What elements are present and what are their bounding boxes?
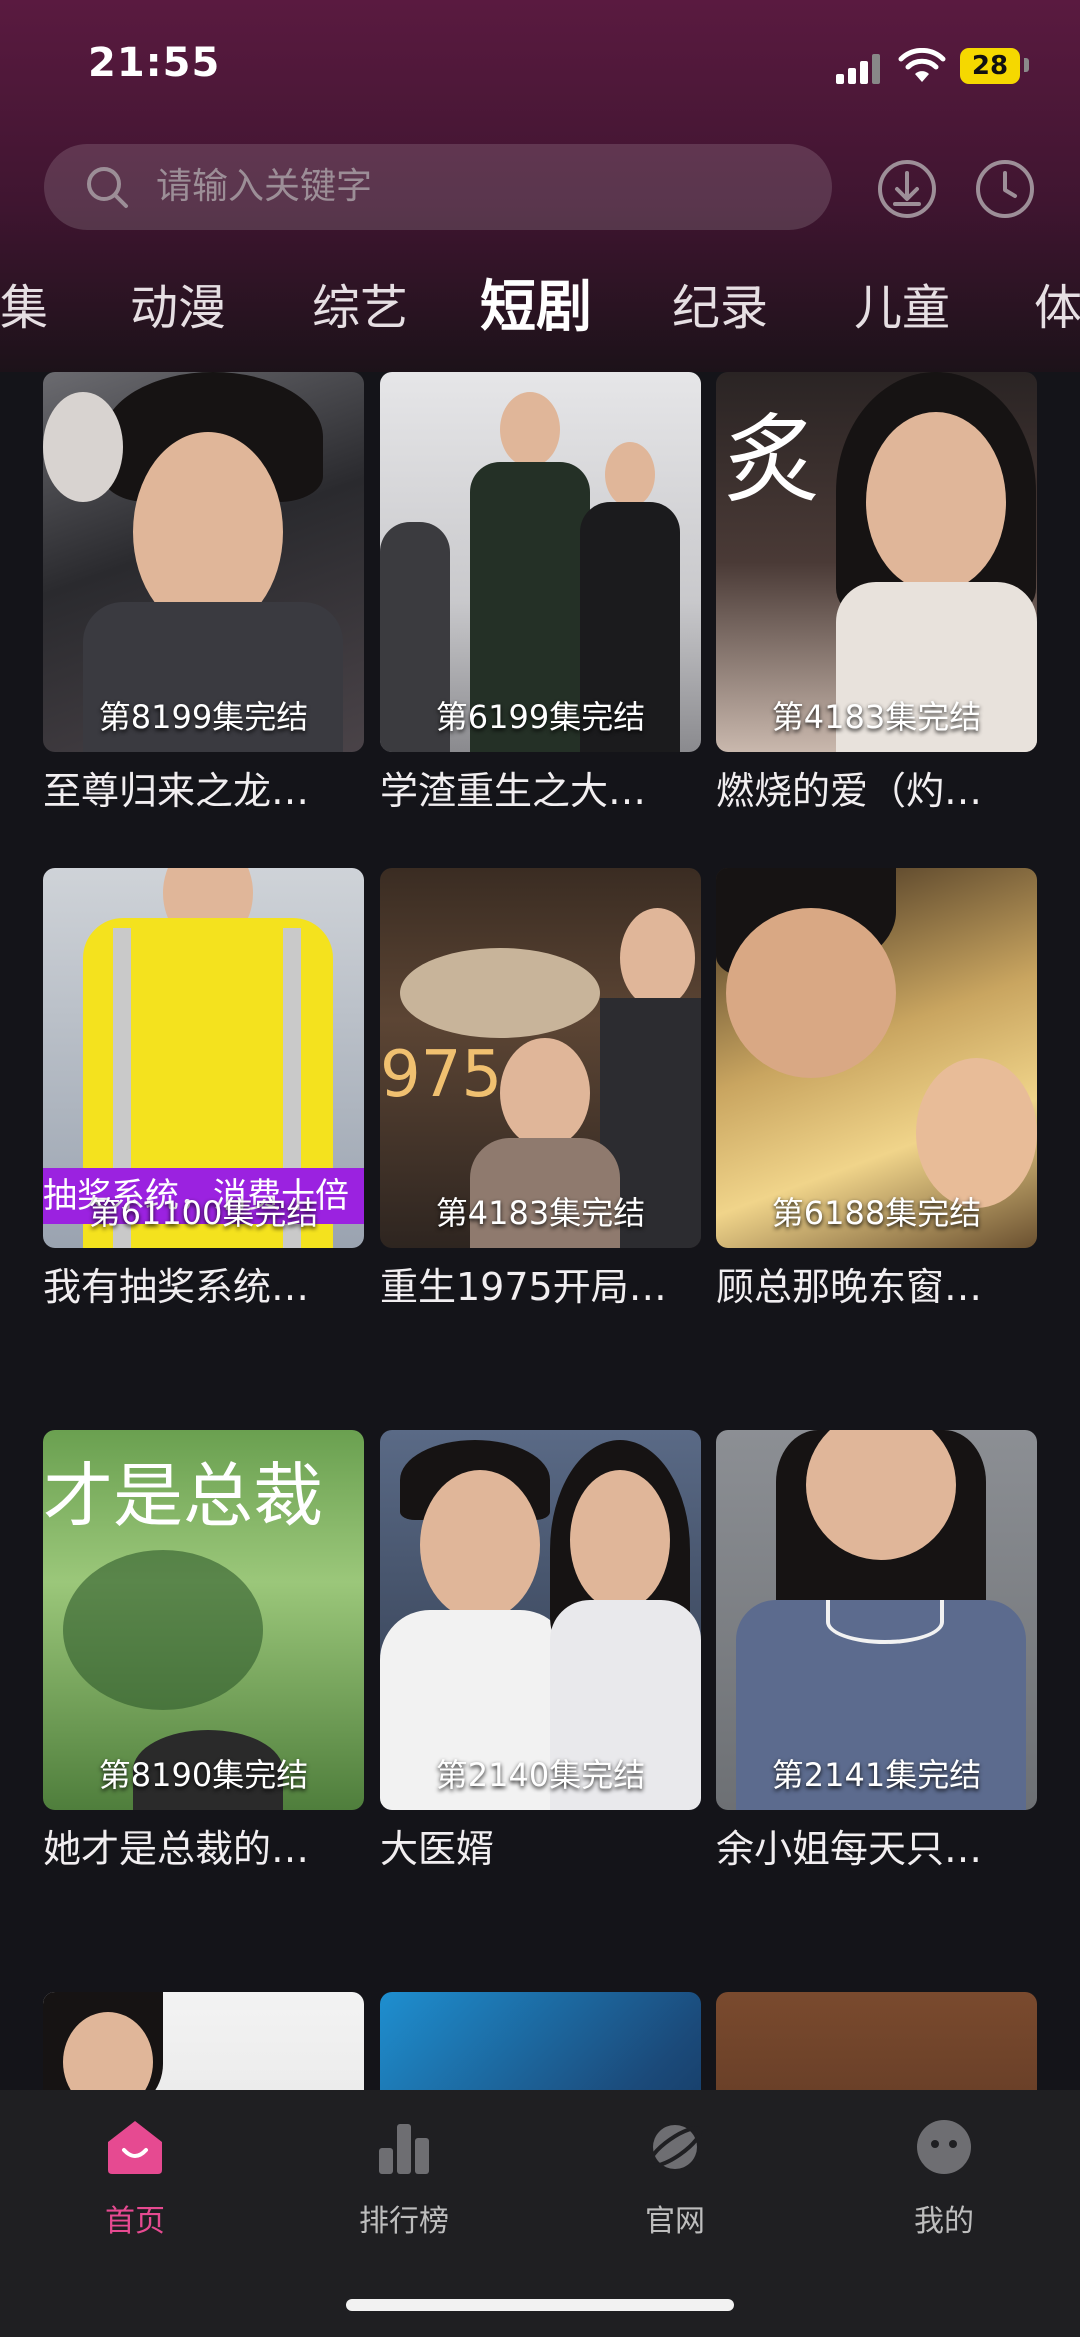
- status-bar: 21:55 28: [0, 0, 1080, 130]
- episode-count: 第4183集完结: [435, 1194, 646, 1232]
- wifi-icon: [898, 48, 946, 82]
- drama-poster[interactable]: 第6188集完结: [716, 868, 1037, 1248]
- ranking-icon: [379, 2124, 429, 2174]
- home-indicator[interactable]: [346, 2299, 734, 2311]
- drama-card[interactable]: 第2140集完结 大医婿: [380, 1430, 701, 1871]
- drama-title[interactable]: 至尊归来之龙…: [43, 768, 364, 814]
- drama-card[interactable]: 第8199集完结 至尊归来之龙…: [43, 372, 364, 813]
- episode-count: 第2141集完结: [771, 1756, 982, 1794]
- tab-sports[interactable]: 体: [1034, 268, 1080, 348]
- drama-card[interactable]: 第6188集完结 顾总那晚东窗…: [716, 868, 1037, 1309]
- episode-count: 第2140集完结: [435, 1756, 646, 1794]
- drama-poster[interactable]: 抽奖系统，消费十倍 第61100集完结: [43, 868, 364, 1248]
- episode-count: 第8199集完结: [98, 698, 309, 736]
- search-input[interactable]: 请输入关键字: [44, 144, 832, 230]
- tab-short-drama[interactable]: 短剧: [480, 268, 592, 348]
- poster-text: 炙: [724, 404, 820, 516]
- nav-official-site[interactable]: 官网: [575, 2116, 775, 2240]
- nav-home[interactable]: 首页: [35, 2116, 235, 2240]
- nav-label: 首页: [105, 2204, 165, 2239]
- tab-anime[interactable]: 动漫: [130, 268, 226, 348]
- episode-count: 第8190集完结: [98, 1756, 309, 1794]
- drama-title[interactable]: 燃烧的爱（灼…: [716, 768, 1037, 814]
- episode-count: 第4183集完结: [771, 698, 982, 736]
- episode-count: 第6188集完结: [771, 1194, 982, 1232]
- drama-title[interactable]: 她才是总裁的…: [43, 1826, 364, 1872]
- drama-title[interactable]: 大医婿: [380, 1826, 701, 1872]
- drama-card[interactable]: 才是总裁 第8190集完结 她才是总裁的…: [43, 1430, 364, 1871]
- drama-card[interactable]: [43, 1992, 364, 2090]
- nav-ranking[interactable]: 排行榜: [304, 2116, 504, 2240]
- nav-profile[interactable]: 我的: [844, 2116, 1044, 2240]
- drama-card[interactable]: 第2141集完结 余小姐每天只…: [716, 1430, 1037, 1871]
- drama-grid: 第8199集完结 至尊归来之龙… 第6199集完结 学渣重生之大… 炙 第418…: [0, 372, 1080, 2090]
- drama-title[interactable]: 我有抽奖系统…: [43, 1264, 364, 1310]
- drama-title[interactable]: 学渣重生之大…: [380, 768, 701, 814]
- drama-poster[interactable]: 第2140集完结: [380, 1430, 701, 1810]
- category-tabs: 集 动漫 综艺 短剧 纪录 儿童 体: [0, 268, 1080, 348]
- app-screen: 21:55 28 请输入关键字 集 动漫 综艺 短剧 纪录 儿童 体 第8199…: [0, 0, 1080, 2337]
- drama-poster[interactable]: [716, 1992, 1037, 2090]
- drama-card[interactable]: 炙 第4183集完结 燃烧的爱（灼…: [716, 372, 1037, 813]
- nav-label: 排行榜: [359, 2204, 449, 2239]
- poster-text: 才是总裁: [43, 1455, 323, 1537]
- tab-variety[interactable]: 综艺: [312, 268, 408, 348]
- drama-card[interactable]: 第6199集完结 学渣重生之大…: [380, 372, 701, 813]
- drama-poster[interactable]: 第6199集完结: [380, 372, 701, 752]
- history-clock-icon[interactable]: [974, 158, 1036, 220]
- drama-title[interactable]: 余小姐每天只…: [716, 1826, 1037, 1872]
- tab-jiji[interactable]: 集: [0, 268, 48, 348]
- drama-poster[interactable]: 第8199集完结: [43, 372, 364, 752]
- nav-label: 我的: [914, 2204, 974, 2239]
- drama-poster[interactable]: 975 第4183集完结: [380, 868, 701, 1248]
- drama-card[interactable]: [380, 1992, 701, 2090]
- drama-title[interactable]: 顾总那晚东窗…: [716, 1264, 1037, 1310]
- download-icon[interactable]: [876, 158, 938, 220]
- profile-icon: [917, 2120, 971, 2174]
- drama-card[interactable]: 抽奖系统，消费十倍 第61100集完结 我有抽奖系统…: [43, 868, 364, 1309]
- poster-text: 975: [380, 1038, 503, 1112]
- nav-label: 官网: [645, 2204, 705, 2239]
- cellular-signal-icon: [836, 52, 882, 84]
- battery-indicator: 28: [960, 48, 1020, 84]
- episode-count: 第6199集完结: [435, 698, 646, 736]
- home-icon: [108, 2121, 162, 2174]
- drama-card[interactable]: [716, 1992, 1037, 2090]
- drama-poster[interactable]: 才是总裁 第8190集完结: [43, 1430, 364, 1810]
- drama-poster[interactable]: [43, 1992, 364, 2090]
- planet-icon: [647, 2125, 703, 2169]
- search-icon: [87, 167, 128, 208]
- episode-count: 第61100集完结: [88, 1194, 319, 1232]
- search-placeholder: 请输入关键字: [156, 166, 373, 207]
- drama-poster[interactable]: 炙 第4183集完结: [716, 372, 1037, 752]
- battery-tip: [1024, 58, 1029, 72]
- drama-poster[interactable]: 第2141集完结: [716, 1430, 1037, 1810]
- tab-documentary[interactable]: 纪录: [672, 268, 768, 348]
- tab-kids[interactable]: 儿童: [854, 268, 950, 348]
- drama-poster[interactable]: [380, 1992, 701, 2090]
- status-time: 21:55: [88, 40, 221, 86]
- drama-card[interactable]: 975 第4183集完结 重生1975开局…: [380, 868, 701, 1309]
- drama-title[interactable]: 重生1975开局…: [380, 1264, 701, 1310]
